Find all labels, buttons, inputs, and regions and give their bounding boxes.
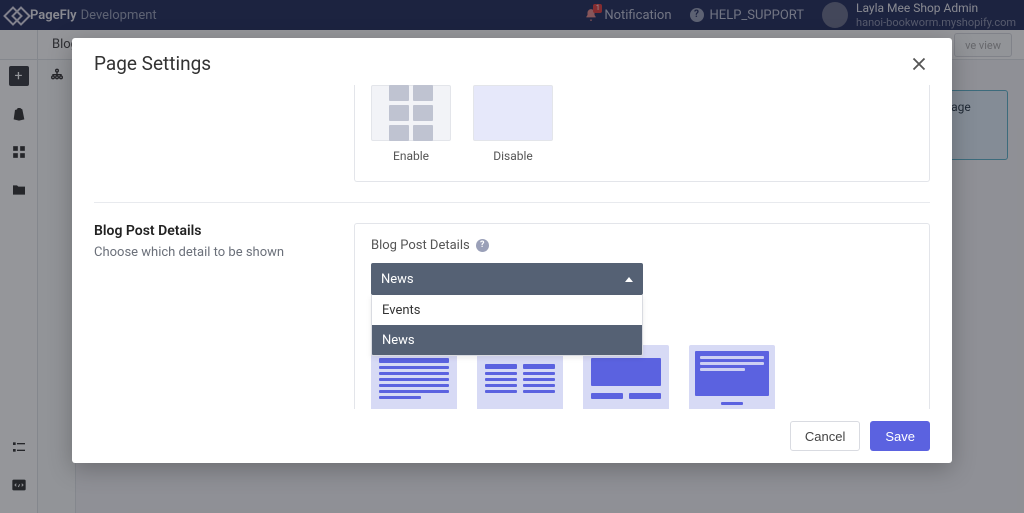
section-description: Choose which detail to be shown — [94, 245, 330, 260]
cancel-button[interactable]: Cancel — [790, 421, 860, 451]
save-button[interactable]: Save — [870, 421, 930, 451]
chevron-up-icon — [625, 277, 633, 282]
dropdown-option-events[interactable]: Events — [372, 295, 642, 325]
close-icon[interactable] — [908, 53, 930, 75]
page-settings-modal: Page Settings Enable Disable — [72, 38, 952, 463]
disable-option[interactable]: Disable — [473, 85, 553, 163]
disable-label: Disable — [493, 149, 533, 163]
section-title: Blog Post Details — [94, 223, 330, 239]
select-value: News — [381, 272, 414, 287]
info-icon[interactable]: ? — [476, 239, 489, 252]
field-label: Blog Post Details — [371, 238, 470, 253]
enable-label: Enable — [393, 149, 429, 163]
dropdown-option-news[interactable]: News — [372, 325, 642, 355]
blog-dropdown: Events News — [371, 295, 643, 356]
card-comment-form[interactable]: Comment Form — [689, 345, 775, 409]
enable-option[interactable]: Enable — [371, 85, 451, 163]
modal-title: Page Settings — [94, 52, 211, 75]
blog-select[interactable]: News Events News — [371, 263, 643, 295]
